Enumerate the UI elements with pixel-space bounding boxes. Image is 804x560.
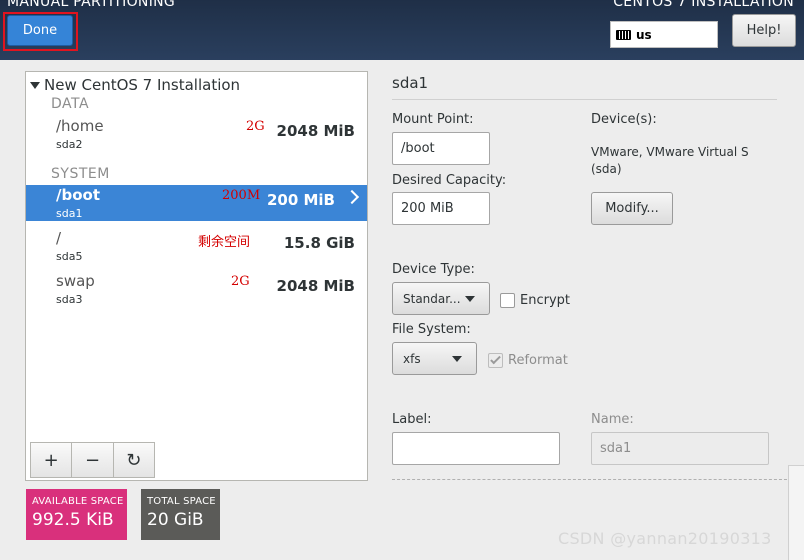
desired-capacity-label: Desired Capacity:	[392, 173, 507, 188]
name-input[interactable]: sda1	[591, 432, 769, 465]
help-button[interactable]: Help!	[732, 14, 796, 47]
mount-point-label: Mount Point:	[392, 112, 474, 127]
header-bar: MANUAL PARTITIONING CENTOS 7 INSTALLATIO…	[0, 0, 804, 60]
partition-size: 2048 MiB	[276, 277, 355, 295]
file-system-select[interactable]: xfs	[392, 342, 477, 375]
partition-size: 2048 MiB	[276, 122, 355, 140]
detail-title: sda1	[392, 74, 429, 92]
chevron-down-icon	[452, 356, 462, 362]
expander-triangle-icon[interactable]	[30, 81, 40, 89]
partition-toolbar: + − ↻	[30, 442, 155, 478]
done-button[interactable]: Done	[7, 15, 73, 46]
partition-mount: /	[56, 229, 62, 247]
file-system-value: xfs	[403, 351, 421, 366]
device-type-select[interactable]: Standar...	[392, 282, 490, 315]
encrypt-label: Encrypt	[520, 293, 570, 308]
partition-tree-panel: New CentOS 7 Installation DATA /home sda…	[25, 71, 368, 481]
partition-mount: /home	[56, 117, 104, 135]
reformat-checkbox[interactable]: Reformat	[488, 353, 568, 368]
partition-row-swap[interactable]: swap sda3 2G 2048 MiB	[26, 271, 367, 307]
installer-title: CENTOS 7 INSTALLATION	[613, 0, 794, 10]
name-field-label: Name:	[591, 412, 634, 427]
partition-row-home[interactable]: /home sda2 2G 2048 MiB	[26, 116, 367, 152]
watermark: CSDN @yannan20190313	[558, 529, 772, 548]
partition-mount: /boot	[56, 186, 100, 204]
available-space-box[interactable]: AVAILABLE SPACE 992.5 KiB	[26, 489, 127, 540]
detail-divider	[392, 99, 777, 100]
devices-label: Device(s):	[591, 112, 657, 127]
partition-annotation: 剩余空间	[198, 235, 251, 250]
installation-title: New CentOS 7 Installation	[44, 76, 241, 94]
chevron-right-icon	[344, 189, 360, 205]
total-space-value: 20 GiB	[147, 510, 204, 530]
label-field-label: Label:	[392, 412, 432, 427]
chevron-down-icon	[465, 296, 475, 302]
keyboard-layout-label: us	[636, 27, 652, 42]
label-input[interactable]	[392, 432, 560, 465]
remove-partition-button[interactable]: −	[72, 443, 114, 477]
encrypt-checkbox-box[interactable]	[500, 293, 515, 308]
desired-capacity-input[interactable]: 200 MiB	[392, 192, 490, 225]
scroll-edge	[788, 465, 804, 560]
partition-annotation: 2G	[231, 274, 250, 289]
available-space-value: 992.5 KiB	[32, 510, 114, 530]
mount-point-input[interactable]: /boot	[392, 132, 490, 165]
partition-row-boot[interactable]: /boot sda1 200M 200 MiB	[26, 185, 367, 221]
checkmark-icon	[490, 353, 501, 365]
total-space-box[interactable]: TOTAL SPACE 20 GiB	[141, 489, 220, 540]
available-space-label: AVAILABLE SPACE	[32, 496, 124, 507]
partition-mount: swap	[56, 272, 95, 290]
reformat-checkbox-box[interactable]	[488, 353, 503, 368]
bottom-divider	[392, 479, 792, 480]
keyboard-layout-indicator[interactable]: us	[610, 21, 718, 48]
modify-button[interactable]: Modify...	[591, 192, 673, 225]
partition-size: 200 MiB	[266, 191, 335, 209]
partition-size: 15.8 GiB	[283, 234, 355, 252]
reformat-label: Reformat	[508, 353, 568, 368]
partition-device: sda1	[56, 207, 83, 220]
total-space-label: TOTAL SPACE	[147, 496, 216, 507]
partition-annotation: 200M	[222, 188, 261, 203]
refresh-icon[interactable]: ↻	[114, 443, 154, 477]
partition-device: sda3	[56, 293, 83, 306]
group-label-system: SYSTEM	[51, 166, 110, 182]
partition-device: sda2	[56, 138, 83, 151]
partition-device: sda5	[56, 250, 83, 263]
page-title: MANUAL PARTITIONING	[7, 0, 176, 10]
file-system-label: File System:	[392, 322, 471, 337]
add-partition-button[interactable]: +	[31, 443, 73, 477]
partition-row-root[interactable]: / sda5 剩余空间 15.8 GiB	[26, 228, 367, 264]
partition-annotation: 2G	[246, 119, 265, 134]
device-type-label: Device Type:	[392, 262, 475, 277]
installation-header[interactable]: New CentOS 7 Installation	[30, 76, 240, 94]
encrypt-checkbox[interactable]: Encrypt	[500, 293, 570, 308]
devices-text: VMware, VMware Virtual S (sda)	[591, 145, 749, 176]
group-label-data: DATA	[51, 96, 90, 112]
device-type-value: Standar...	[403, 291, 461, 306]
keyboard-icon	[616, 29, 631, 40]
